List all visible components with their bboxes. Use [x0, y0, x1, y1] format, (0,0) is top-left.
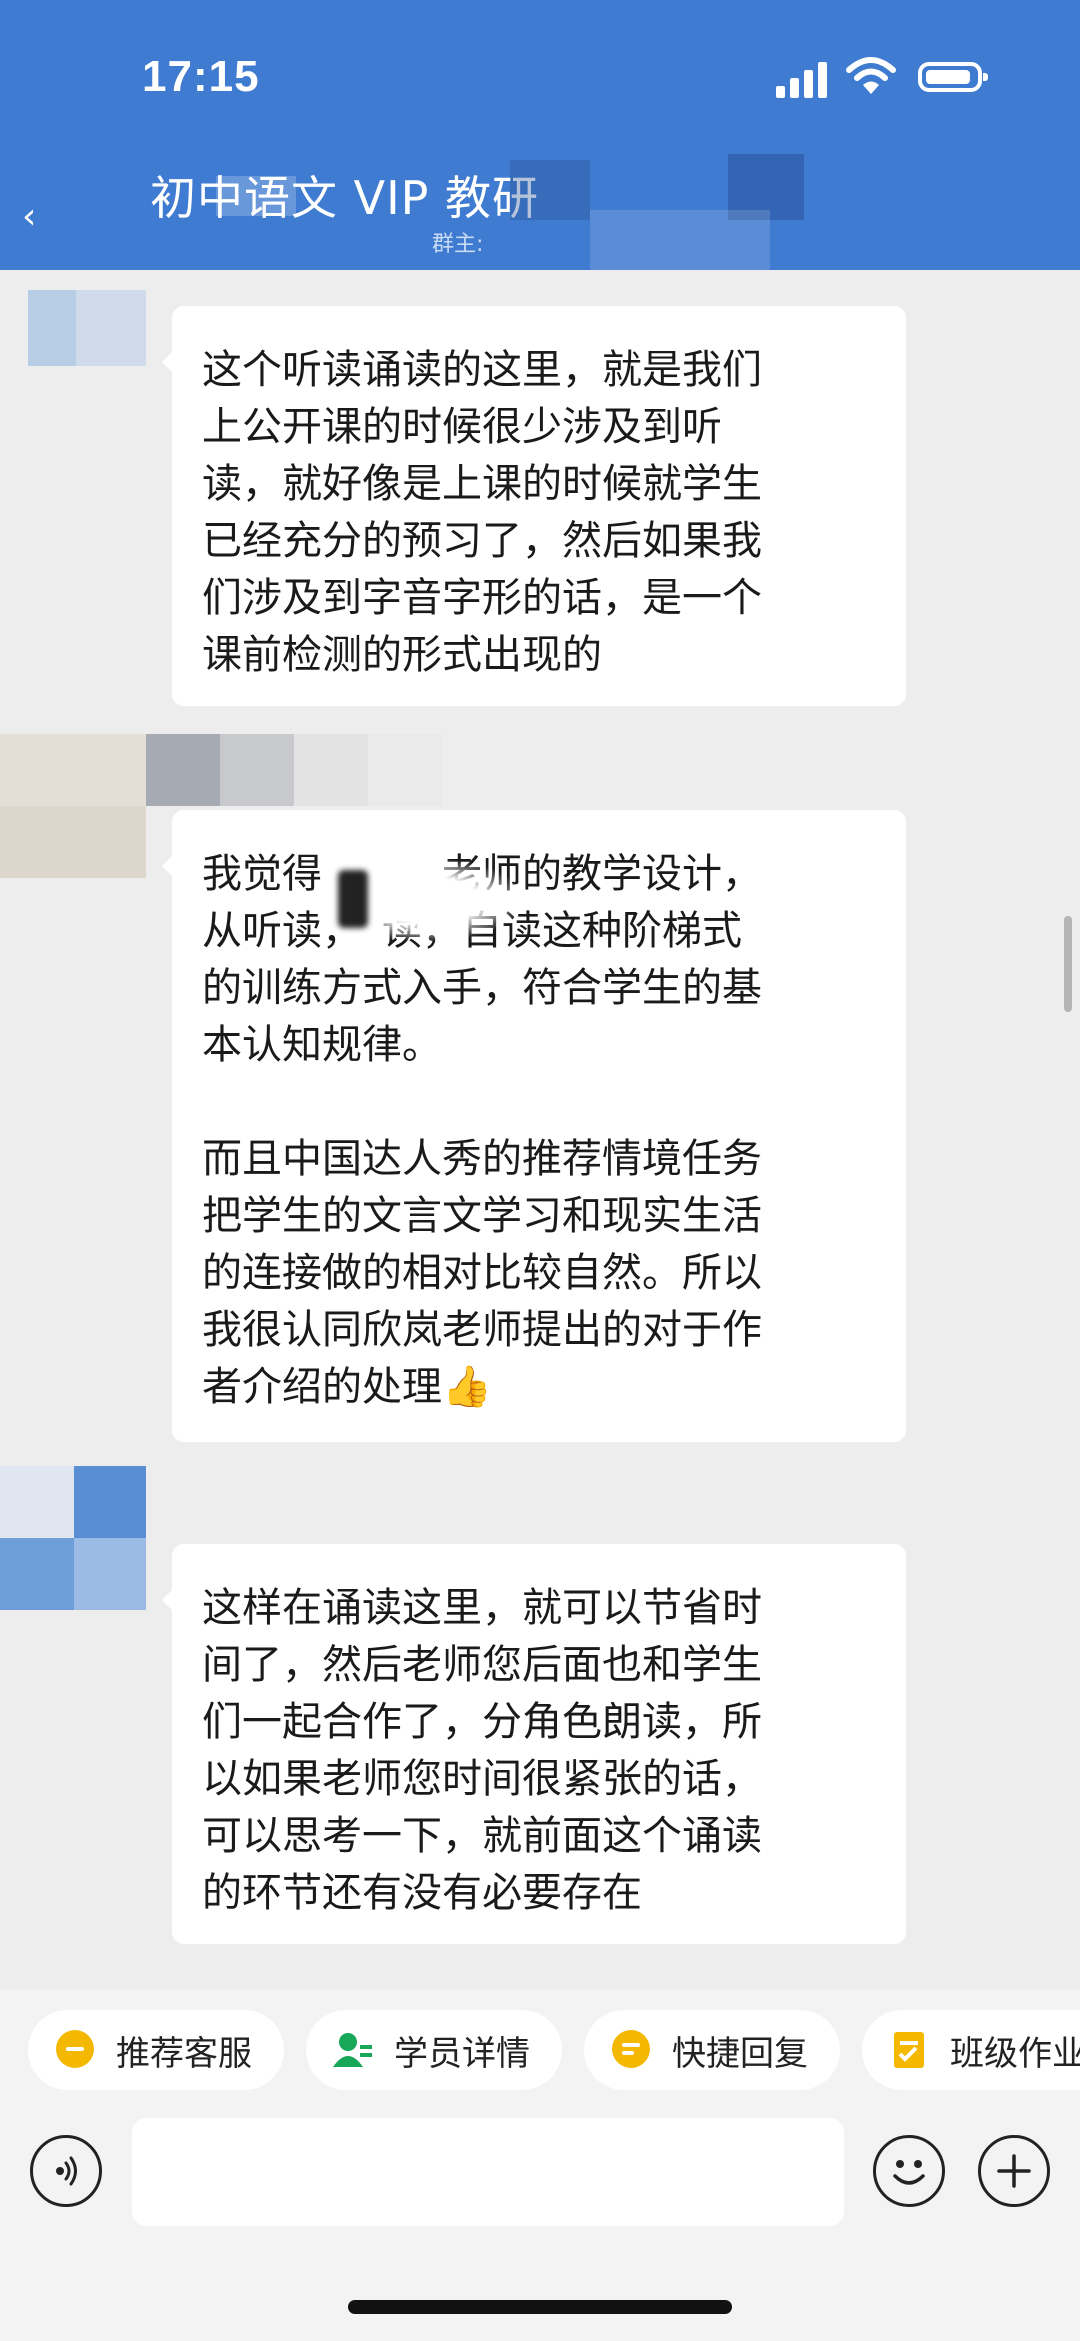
chat-title: 初中语文 VIP 教研	[150, 171, 540, 225]
voice-input-button[interactable]	[30, 2135, 102, 2207]
quick-reply-icon	[610, 2029, 652, 2071]
chat-subtitle: 群主:	[432, 232, 484, 257]
quick-action-label: 学员详情	[394, 2033, 530, 2074]
wifi-icon	[846, 57, 896, 94]
message-bubble[interactable]: 这个听读诵读的这里，就是我们 上公开课的时候很少涉及到听 读，就好像是上课的时候…	[162, 306, 906, 706]
status-time: 17:15	[142, 52, 260, 101]
chat-header: 17:15 ‹ 初中语文 VIP 教研 群主:	[0, 0, 1080, 270]
message-input[interactable]	[132, 2118, 844, 2226]
chat-bubble-icon	[54, 2029, 96, 2071]
plus-icon	[997, 2154, 1031, 2188]
redaction-mosaic	[510, 160, 590, 220]
sender-avatar-blurred	[0, 1466, 146, 1610]
quick-action-quick-reply[interactable]: 快捷回复	[584, 2010, 840, 2090]
home-indicator	[348, 2300, 732, 2314]
name-redaction	[338, 870, 368, 928]
quick-action-label: 班级作业	[950, 2033, 1080, 2074]
quick-action-class-homework[interactable]: 班级作业	[862, 2010, 1080, 2090]
battery-icon	[918, 62, 988, 92]
redaction-mosaic	[590, 210, 770, 270]
quick-action-student-details[interactable]: 学员详情	[306, 2010, 562, 2090]
emoji-button[interactable]	[873, 2135, 945, 2207]
quick-action-label: 推荐客服	[116, 2033, 252, 2074]
cellular-signal-icon	[776, 60, 830, 98]
more-options-button[interactable]	[978, 2135, 1050, 2207]
homework-icon	[888, 2029, 930, 2071]
message-bubble[interactable]: 这样在诵读这里，就可以节省时 间了，然后老师您后面也和学生 们一起合作了，分角色…	[162, 1544, 906, 1944]
back-icon[interactable]: ‹	[22, 196, 36, 237]
quick-action-recommend-service[interactable]: 推荐客服	[28, 2010, 284, 2090]
sender-avatar-blurred	[0, 290, 146, 366]
smiley-icon	[893, 2160, 925, 2185]
redaction-mosaic	[216, 176, 296, 216]
scrollbar-thumb[interactable]	[1064, 916, 1072, 1012]
message-bubble[interactable]: 我觉得 老师的教学设计， 从听读， 读，自读这种阶梯式 的训练方式入手，符合学生…	[162, 810, 906, 1442]
voice-icon	[56, 2156, 77, 2186]
quick-action-label: 快捷回复	[672, 2033, 808, 2074]
user-detail-icon	[332, 2029, 374, 2071]
